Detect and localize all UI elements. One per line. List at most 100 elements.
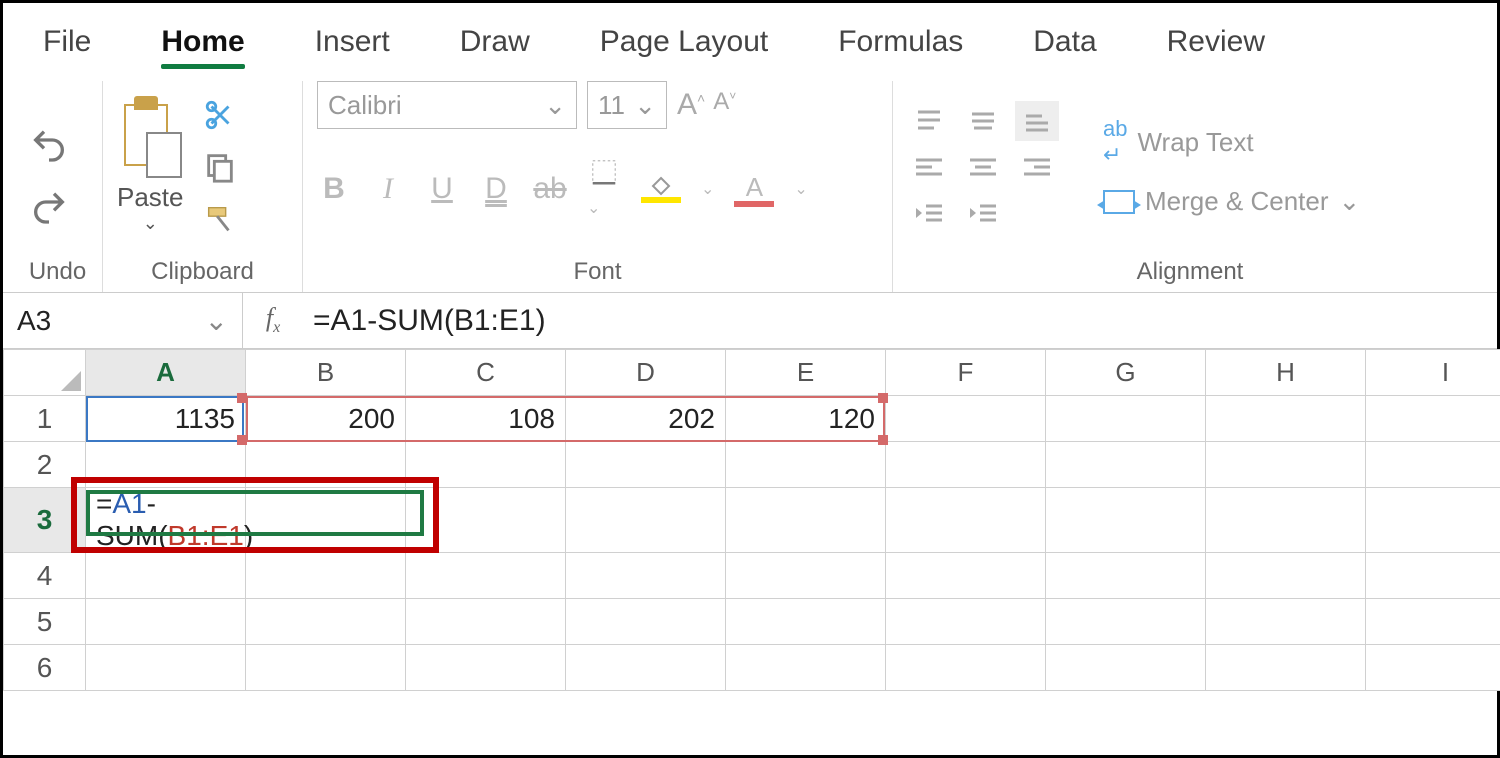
italic-button[interactable]: I: [371, 172, 405, 206]
cell-F4[interactable]: [886, 553, 1046, 599]
col-header-D[interactable]: D: [566, 350, 726, 396]
cell-F1[interactable]: [886, 396, 1046, 442]
name-box[interactable]: A3 ⌄: [3, 293, 243, 348]
cell-I6[interactable]: [1366, 645, 1500, 691]
cell-B2[interactable]: [246, 442, 406, 488]
col-header-I[interactable]: I: [1366, 350, 1500, 396]
undo-icon[interactable]: [27, 123, 71, 167]
cell-B3[interactable]: [246, 488, 406, 553]
cell-C1[interactable]: 108: [406, 396, 566, 442]
col-header-H[interactable]: H: [1206, 350, 1366, 396]
format-painter-icon[interactable]: [198, 197, 242, 241]
chevron-down-icon[interactable]: ⌄: [701, 179, 714, 199]
align-middle-icon[interactable]: [961, 101, 1005, 141]
merge-center-button[interactable]: Merge & Center ⌄: [1103, 186, 1360, 217]
cell-C5[interactable]: [406, 599, 566, 645]
row-header-2[interactable]: 2: [4, 442, 86, 488]
cell-G3[interactable]: [1046, 488, 1206, 553]
cell-F5[interactable]: [886, 599, 1046, 645]
decrease-indent-icon[interactable]: [907, 193, 951, 233]
decrease-font-icon[interactable]: A˅: [713, 88, 736, 122]
cell-A1[interactable]: 1135: [86, 396, 246, 442]
cell-I1[interactable]: [1366, 396, 1500, 442]
col-header-F[interactable]: F: [886, 350, 1046, 396]
fx-icon[interactable]: fx: [243, 303, 303, 337]
cell-C2[interactable]: [406, 442, 566, 488]
cell-H4[interactable]: [1206, 553, 1366, 599]
cell-G2[interactable]: [1046, 442, 1206, 488]
copy-icon[interactable]: [198, 145, 242, 189]
col-header-E[interactable]: E: [726, 350, 886, 396]
cell-H2[interactable]: [1206, 442, 1366, 488]
row-header-5[interactable]: 5: [4, 599, 86, 645]
cell-A3-editing[interactable]: =A1-SUM(B1:E1): [86, 488, 246, 553]
tab-review[interactable]: Review: [1167, 25, 1265, 73]
cell-D5[interactable]: [566, 599, 726, 645]
align-center-icon[interactable]: [961, 147, 1005, 187]
cell-B5[interactable]: [246, 599, 406, 645]
select-all-corner[interactable]: [4, 350, 86, 396]
borders-button[interactable]: ⌄: [587, 157, 621, 221]
cell-G6[interactable]: [1046, 645, 1206, 691]
paste-dropdown-icon[interactable]: ⌄: [143, 213, 158, 234]
cell-A5[interactable]: [86, 599, 246, 645]
cell-D1[interactable]: 202: [566, 396, 726, 442]
increase-indent-icon[interactable]: [961, 193, 1005, 233]
underline-button[interactable]: U: [425, 172, 459, 206]
font-color-button[interactable]: A: [734, 172, 774, 207]
cell-H1[interactable]: [1206, 396, 1366, 442]
cell-C4[interactable]: [406, 553, 566, 599]
row-header-6[interactable]: 6: [4, 645, 86, 691]
redo-icon[interactable]: [27, 185, 71, 229]
cell-H6[interactable]: [1206, 645, 1366, 691]
align-left-icon[interactable]: [907, 147, 951, 187]
cell-I5[interactable]: [1366, 599, 1500, 645]
align-top-icon[interactable]: [907, 101, 951, 141]
fill-color-button[interactable]: [641, 175, 681, 203]
col-header-C[interactable]: C: [406, 350, 566, 396]
wrap-text-button[interactable]: ab↵ Wrap Text: [1103, 116, 1360, 168]
cell-H3[interactable]: [1206, 488, 1366, 553]
tab-home[interactable]: Home: [161, 25, 244, 73]
align-right-icon[interactable]: [1015, 147, 1059, 187]
worksheet[interactable]: A B C D E F G H I 1 1135 200 108 202 120…: [3, 349, 1497, 691]
tab-draw[interactable]: Draw: [460, 25, 530, 73]
increase-font-icon[interactable]: A˄: [677, 88, 705, 122]
cell-B6[interactable]: [246, 645, 406, 691]
bold-button[interactable]: B: [317, 172, 351, 206]
cell-C3[interactable]: [406, 488, 566, 553]
row-header-4[interactable]: 4: [4, 553, 86, 599]
cell-F3[interactable]: [886, 488, 1046, 553]
tab-file[interactable]: File: [43, 25, 91, 73]
cell-A4[interactable]: [86, 553, 246, 599]
paste-button[interactable]: Paste ⌄: [117, 100, 184, 234]
cell-F2[interactable]: [886, 442, 1046, 488]
cell-B1[interactable]: 200: [246, 396, 406, 442]
cell-C6[interactable]: [406, 645, 566, 691]
cell-E2[interactable]: [726, 442, 886, 488]
font-name-combo[interactable]: Calibri ⌄: [317, 81, 577, 129]
cell-B4[interactable]: [246, 553, 406, 599]
cell-I2[interactable]: [1366, 442, 1500, 488]
cell-D4[interactable]: [566, 553, 726, 599]
col-header-A[interactable]: A: [86, 350, 246, 396]
cell-G5[interactable]: [1046, 599, 1206, 645]
strikethrough-button[interactable]: ab: [533, 172, 567, 206]
tab-page-layout[interactable]: Page Layout: [600, 25, 768, 73]
cell-I3[interactable]: [1366, 488, 1500, 553]
row-header-3[interactable]: 3: [4, 488, 86, 553]
cell-E3[interactable]: [726, 488, 886, 553]
cell-D6[interactable]: [566, 645, 726, 691]
cell-F6[interactable]: [886, 645, 1046, 691]
cell-G4[interactable]: [1046, 553, 1206, 599]
col-header-G[interactable]: G: [1046, 350, 1206, 396]
cell-E6[interactable]: [726, 645, 886, 691]
font-size-combo[interactable]: 11 ⌄: [587, 81, 667, 129]
align-bottom-icon[interactable]: [1015, 101, 1059, 141]
cell-E1[interactable]: 120: [726, 396, 886, 442]
tab-formulas[interactable]: Formulas: [838, 25, 963, 73]
cell-I4[interactable]: [1366, 553, 1500, 599]
double-underline-button[interactable]: D: [479, 172, 513, 206]
cell-D2[interactable]: [566, 442, 726, 488]
cut-icon[interactable]: [198, 93, 242, 137]
